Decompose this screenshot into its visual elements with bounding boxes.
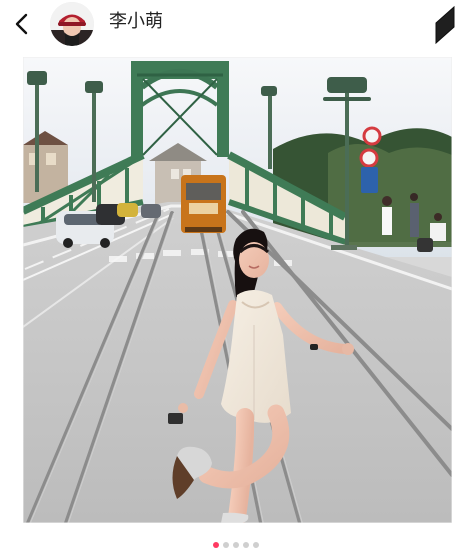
back-button[interactable] (8, 10, 36, 38)
username[interactable]: 李小萌 (109, 10, 163, 34)
pager-dot-5[interactable] (253, 542, 259, 548)
avatar-image (50, 2, 94, 46)
app-root: 李小萌 (0, 0, 472, 551)
pager-dot-2[interactable] (223, 542, 229, 548)
pager-dot-3[interactable] (233, 542, 239, 548)
share-icon (435, 5, 455, 45)
post-photo[interactable] (23, 57, 452, 523)
pager-dot-1[interactable] (213, 542, 219, 548)
pager-dot-4[interactable] (243, 542, 249, 548)
app-header: 李小萌 (0, 0, 472, 50)
avatar[interactable] (50, 2, 94, 46)
bridge-photo-illustration (23, 57, 452, 523)
image-pager (0, 538, 472, 551)
share-button[interactable] (434, 5, 456, 45)
chevron-left-icon (15, 13, 28, 35)
